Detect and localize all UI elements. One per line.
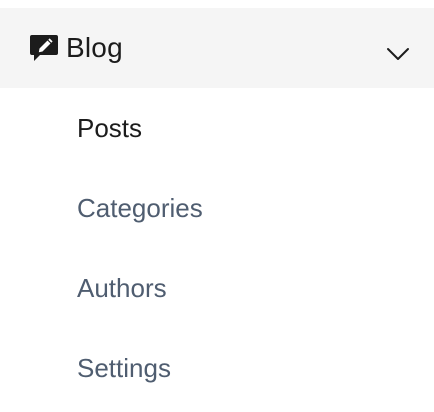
nav-item-posts[interactable]: Posts: [0, 88, 434, 168]
section-title: Blog: [66, 32, 123, 63]
nav-item-label: Posts: [77, 113, 143, 143]
blog-comment-edit-icon: [29, 33, 59, 63]
nav-item-label: Categories: [77, 193, 203, 223]
nav-item-settings[interactable]: Settings: [0, 328, 434, 408]
sidebar-nav: Blog Posts Categories Authors Settings: [0, 0, 434, 412]
nav-item-label: Authors: [77, 273, 167, 303]
nav-item-categories[interactable]: Categories: [0, 168, 434, 248]
nav-item-authors[interactable]: Authors: [0, 248, 434, 328]
nav-item-label: Settings: [77, 353, 171, 383]
blog-section-header[interactable]: Blog: [0, 8, 434, 88]
chevron-down-icon[interactable]: [386, 46, 410, 62]
